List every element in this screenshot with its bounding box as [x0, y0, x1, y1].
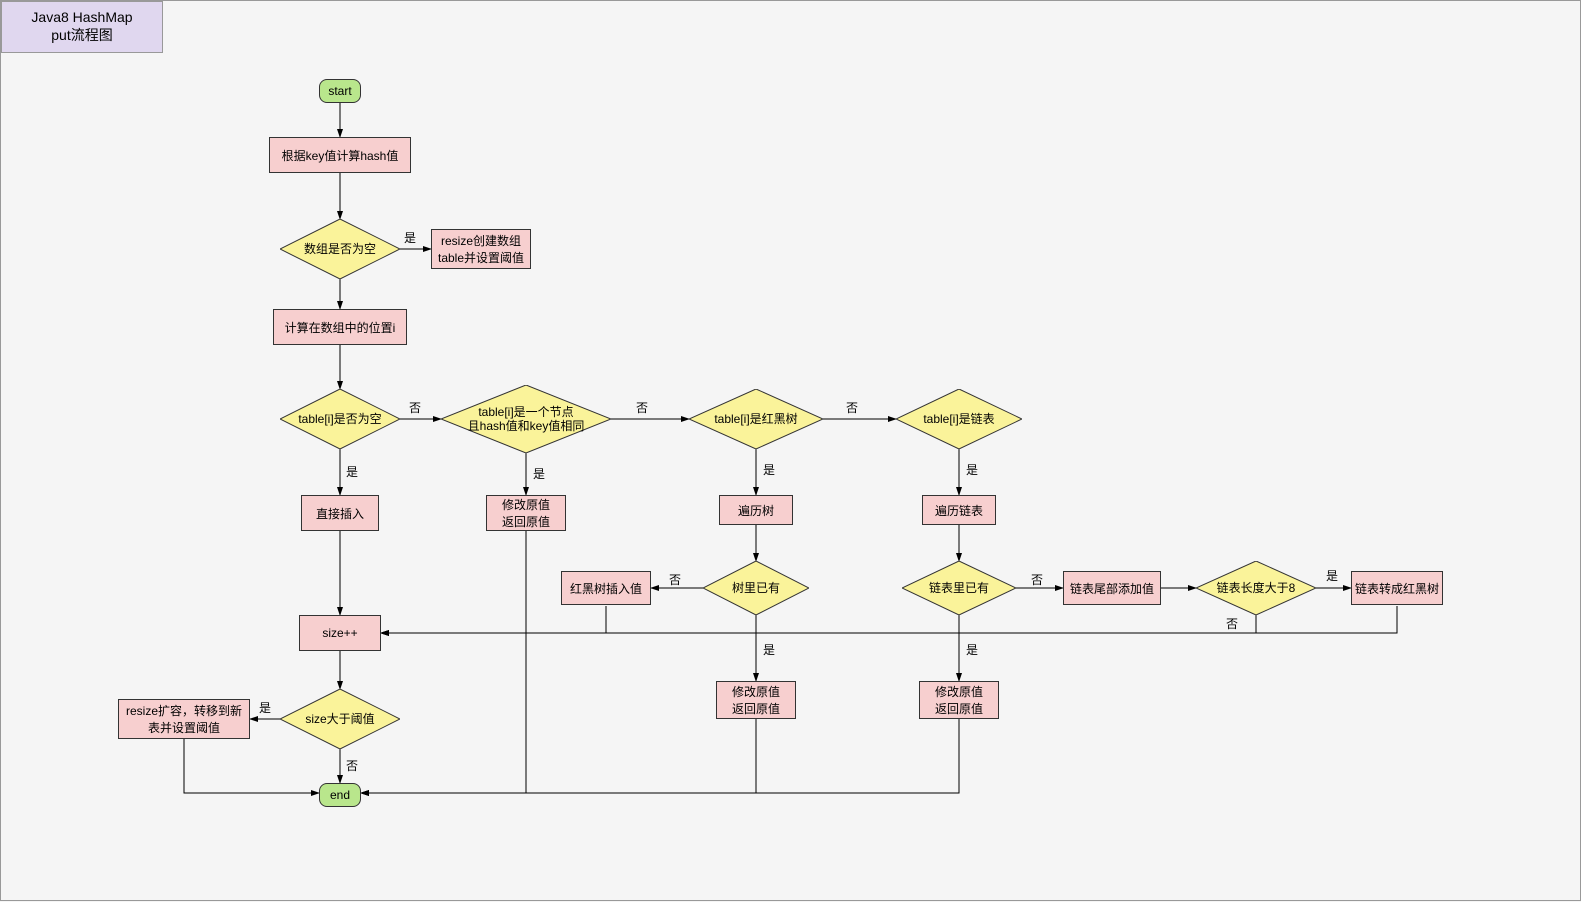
end-node: end [319, 783, 361, 807]
direct-insert: 直接插入 [301, 495, 379, 531]
size-plus: size++ [299, 615, 381, 651]
label-yes: 是 [404, 229, 416, 246]
flowchart-canvas: Java8 HashMap put流程图 [0, 0, 1581, 901]
label-yes: 是 [259, 699, 271, 716]
edges-layer [1, 1, 1581, 902]
table-i-empty-decision: table[i]是否为空 [280, 389, 400, 449]
is-rbtree-decision: table[i]是红黑树 [689, 389, 823, 449]
modify-return-3: 修改原值 返回原值 [919, 681, 999, 719]
label-no: 否 [1226, 615, 1238, 632]
start-node: start [319, 79, 361, 103]
label-yes: 是 [763, 641, 775, 658]
label-no: 否 [1031, 571, 1043, 588]
resize-create: resize创建数组 table并设置阈值 [431, 229, 531, 269]
label-yes: 是 [346, 463, 358, 480]
traverse-list: 遍历链表 [922, 495, 996, 525]
list-append: 链表尾部添加值 [1063, 571, 1161, 605]
label-yes: 是 [533, 465, 545, 482]
list-len-gt8-decision: 链表长度大于8 [1196, 561, 1316, 615]
array-empty-decision: 数组是否为空 [280, 219, 400, 279]
list-has-decision: 链表里已有 [902, 561, 1016, 615]
tree-has-decision: 树里已有 [703, 561, 809, 615]
is-list-decision: table[i]是链表 [896, 389, 1022, 449]
diagram-title: Java8 HashMap put流程图 [1, 1, 163, 53]
modify-return-1: 修改原值 返回原值 [486, 495, 566, 531]
size-gt-decision: size大于阈值 [280, 689, 400, 749]
label-yes: 是 [763, 461, 775, 478]
list-to-rb: 链表转成红黑树 [1351, 571, 1443, 605]
calc-index: 计算在数组中的位置i [273, 309, 407, 345]
label-no: 否 [409, 399, 421, 416]
modify-return-2: 修改原值 返回原值 [716, 681, 796, 719]
traverse-tree: 遍历树 [719, 495, 793, 525]
resize-expand: resize扩容，转移到新 表并设置阈值 [118, 699, 250, 739]
label-yes: 是 [966, 461, 978, 478]
label-no: 否 [846, 399, 858, 416]
same-node-decision: table[i]是一个节点 且hash值和key值相同 [441, 385, 611, 453]
calc-hash: 根据key值计算hash值 [269, 137, 411, 173]
label-no: 否 [669, 571, 681, 588]
label-no: 否 [636, 399, 648, 416]
label-no: 否 [346, 757, 358, 774]
rb-insert: 红黑树插入值 [561, 571, 651, 605]
label-yes: 是 [966, 641, 978, 658]
label-yes: 是 [1326, 567, 1338, 584]
